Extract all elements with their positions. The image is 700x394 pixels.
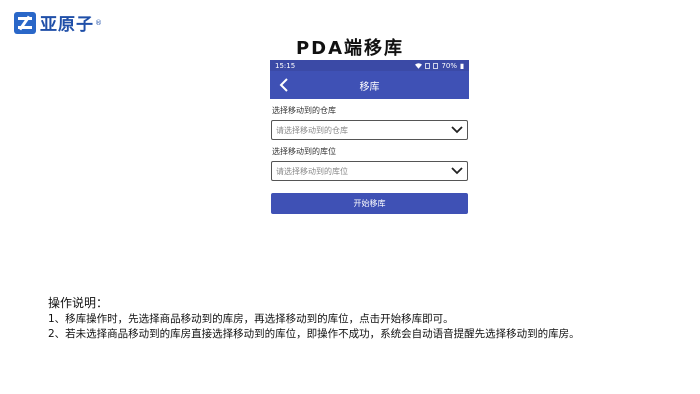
nav-bar: 移库 — [270, 71, 469, 99]
back-arrow-icon[interactable] — [270, 71, 298, 99]
location-select[interactable]: 请选择移动到的库位 — [271, 161, 468, 181]
registered-mark: ® — [95, 18, 102, 27]
warehouse-label: 选择移动到的仓库 — [272, 106, 336, 115]
instructions-heading: 操作说明： — [48, 296, 109, 310]
location-label: 选择移动到的库位 — [272, 147, 336, 156]
warehouse-select[interactable]: 请选择移动到的仓库 — [271, 120, 468, 140]
page-title: PDA端移库 — [295, 38, 405, 59]
start-move-button[interactable]: 开始移库 — [271, 193, 468, 214]
instruction-item: 1、移库操作时，先选择商品移动到的库房，再选择移动到的库位，点击开始移库即可。 — [48, 313, 454, 325]
sim-icon — [425, 62, 431, 69]
brand-name: 亚原子 — [40, 15, 94, 35]
instructions: 操作说明： 1、移库操作时，先选择商品移动到的库房，再选择移动到的库位，点击开始… — [48, 296, 580, 342]
nav-title: 移库 — [359, 81, 380, 93]
instruction-item: 2、若未选择商品移动到的库房直接选择移动到的库位，即操作不成功，系统会自动语音提… — [48, 328, 580, 340]
location-placeholder: 请选择移动到的库位 — [276, 166, 348, 176]
status-time: 15:15 — [275, 61, 296, 70]
move-form: 选择移动到的仓库 请选择移动到的仓库 选择移动到的库位 请选择移动到的库位 开始… — [270, 105, 469, 214]
wifi-icon — [415, 62, 423, 69]
battery-level: 70% — [441, 61, 457, 70]
status-icons: 70% — [415, 62, 464, 70]
logo-icon — [14, 11, 36, 34]
warehouse-placeholder: 请选择移动到的仓库 — [276, 125, 348, 135]
chevron-down-icon — [451, 167, 463, 175]
battery-icon — [460, 63, 464, 69]
status-bar: 15:15 70% — [270, 60, 469, 71]
sim2-icon — [433, 62, 439, 69]
chevron-down-icon — [451, 126, 463, 134]
phone-screen: 15:15 70% 移库 选择移动到的仓库 请选择移动到的仓库 选择移动到的库位… — [270, 60, 469, 224]
brand-logo: 亚原子 ® — [14, 10, 102, 35]
